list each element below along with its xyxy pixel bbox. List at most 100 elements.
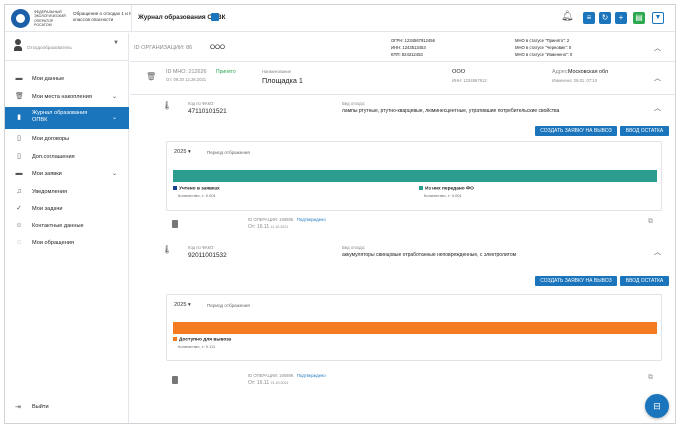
org-id: ID ОРГАНИЗАЦИИ: 86 [134, 45, 193, 51]
legend-accounted: Учтено в заявках [173, 186, 220, 191]
sidebar-item-tasks[interactable]: ✓ Мои задачи [5, 201, 129, 218]
user-selector[interactable]: Отходообразователь ▼ [5, 33, 129, 61]
waste-row[interactable]: 🌡︎ Код по ФККО: 92011001532 Вид отхода: … [130, 243, 675, 267]
divider [131, 5, 132, 32]
point-org-name: ООО [452, 69, 466, 75]
chevron-up-icon[interactable]: ︿ [654, 73, 661, 83]
create-request-button[interactable]: СОЗДАТЬ ЗАЯВКУ НА ВЫВОЗ [535, 276, 617, 286]
fkko-label: Код по ФККО: [188, 245, 215, 250]
sidebar-item-label: Журнал образования ОПВК [32, 110, 88, 123]
period-select[interactable]: Период отбражения [207, 150, 250, 155]
chevron-down-icon: ⌄ [112, 94, 118, 100]
list-view-button[interactable]: ≡ [583, 12, 595, 24]
operation-date-value: От: 16.11 [248, 224, 270, 230]
rosatom-logo[interactable] [11, 9, 30, 28]
year-select[interactable]: 2025 ▾ [174, 149, 191, 155]
sidebar-item-contacts[interactable]: ☺ Контактные данные [5, 218, 129, 235]
add-button[interactable]: + [615, 12, 627, 24]
organization-row[interactable]: ID ОРГАНИЗАЦИИ: 86 ООО ОГРН: 12345679124… [130, 33, 675, 62]
check-icon: ✓ [16, 205, 22, 212]
legend-quantity: Количество, т: 0.111 [178, 344, 216, 349]
main-content: ID ОРГАНИЗАЦИИ: 86 ООО ОГРН: 12345679124… [130, 33, 675, 423]
top-bar: ФЕДЕРАЛЬНЫЙ ЭКОЛОГИЧЕСКИЙ ОПЕРАТОР РОСАТ… [5, 5, 675, 32]
period-select[interactable]: Период отбражения [207, 303, 250, 308]
operation-id: ID ОПЕРАЦИИ: 190889. [248, 373, 295, 378]
mno-changed-count: МНО в статусе "Изменено": 0 [515, 52, 573, 57]
enter-balance-button[interactable]: ВВОД ОСТАТКА [620, 126, 669, 136]
sidebar-item-label: Доп.соглашения [32, 154, 75, 160]
operation-status: Подтверждено [297, 373, 326, 378]
info-icon[interactable] [211, 13, 219, 21]
sidebar-item-appeals[interactable]: ◌ Мои обращения [5, 235, 129, 252]
external-link-icon[interactable]: ⧉ [648, 218, 653, 226]
operation-date-small: 21.10.2021 [270, 381, 289, 385]
operation-row[interactable]: ID ОПЕРАЦИИ: 190889. Подтверждено От: 16… [166, 371, 662, 391]
mno-draft-count: МНО в статусе "Черновик": 0 [515, 45, 572, 50]
year-select[interactable]: 2025 ▾ [174, 302, 191, 308]
bell-icon: ♫ [16, 188, 22, 195]
chat-icon: ◌ [16, 239, 22, 246]
operation-date-small: 11.10.2021 [270, 225, 289, 229]
name-label: Наименование [262, 69, 292, 74]
org-name: ООО [210, 44, 225, 51]
sidebar-item-label: Мои данные [32, 76, 65, 82]
point-name: Площадка 1 [262, 76, 303, 85]
period-card: 2025 ▾ Период отбражения Учтено в заявка… [166, 141, 662, 211]
bell-icon[interactable]: 🔔︎ [561, 12, 574, 22]
chevron-up-icon[interactable]: ︿ [654, 43, 661, 53]
chat-button[interactable]: ⊟ [645, 394, 669, 418]
enter-balance-button[interactable]: ВВОД ОСТАТКА [620, 276, 669, 286]
sidebar-item-storage-places[interactable]: 🗑︎ Мои места накопления ⌄ [5, 89, 129, 106]
sidebar-item-label: Контактные данные [32, 223, 84, 229]
org-kpp: КПП: 824312453 [391, 52, 423, 57]
legend-transferred: Из них передано ФО [419, 186, 474, 191]
legend-quantity: Количество, т: 0.001 [424, 193, 462, 198]
operation-date: От: 16.11 21.10.2021 [248, 380, 289, 386]
trash-icon[interactable]: 🗑︎ [146, 72, 156, 81]
chevron-down-icon: ⌄ [112, 115, 118, 121]
legend-label: Доступно для вывоза [179, 337, 232, 343]
avatar [14, 39, 22, 52]
point-id: ID МНО: 212626 [166, 69, 207, 75]
operation-date-value: От: 16.11 [248, 380, 270, 386]
export-excel-button[interactable]: ▤ [633, 12, 645, 24]
trash-icon: 🗑︎ [15, 93, 24, 100]
fkko-label: Код по ФККО: [188, 101, 215, 106]
app-window: ФЕДЕРАЛЬНЫЙ ЭКОЛОГИЧЕСКИЙ ОПЕРАТОР РОСАТ… [4, 4, 676, 424]
sidebar-item-requests[interactable]: ▬ Мои заявки ⌄ [5, 166, 129, 183]
external-link-icon[interactable]: ⧉ [648, 374, 653, 382]
sidebar-item-label: Мои места накопления [32, 94, 92, 100]
legend-swatch [419, 186, 423, 190]
storage-point-row[interactable]: 🗑︎ ID МНО: 212626 Принято От: 09.20 12.2… [130, 63, 675, 95]
sidebar-item-journal[interactable]: ▮ Журнал образования ОПВК ⌄ [5, 107, 129, 129]
chevron-up-icon[interactable]: ︿ [654, 247, 661, 257]
logout-button[interactable]: ⇥ Выйти [5, 399, 129, 416]
sidebar-item-notifications[interactable]: ♫ Уведомления [5, 184, 129, 201]
sidebar-item-label: Мои договоры [32, 136, 70, 142]
legend-swatch [173, 186, 177, 190]
sidebar-item-agreements[interactable]: ▯ Доп.соглашения [5, 149, 129, 166]
filter-button[interactable]: ▼ [652, 12, 664, 24]
waste-class-notice: Обращение о отходах 1 и II классов опасн… [73, 11, 132, 22]
waste-row[interactable]: 🌡︎ Код по ФККО: 47110101521 Вид отхода: … [130, 99, 675, 123]
progress-bar [173, 322, 657, 334]
sidebar: Отходообразователь ▼ ▬ Мои данные 🗑︎ Мои… [5, 33, 129, 423]
sidebar-item-label: Уведомления [32, 189, 67, 195]
refresh-button[interactable]: ↻ [599, 12, 611, 24]
operation-row[interactable]: ID ОПЕРАЦИИ: 190888. Подтверждено От: 16… [166, 215, 662, 235]
thermometer-icon: 🌡︎ [162, 245, 173, 254]
fkko-code: 47110101521 [188, 108, 227, 115]
document-icon: ▯ [17, 153, 21, 160]
create-request-button[interactable]: СОЗДАТЬ ЗАЯВКУ НА ВЫВОЗ [535, 126, 617, 136]
org-inn: ИНН: 1243513453 [391, 45, 426, 50]
sidebar-item-contracts[interactable]: ▯ Мои договоры [5, 131, 129, 148]
chevron-down-icon[interactable]: ▼ [113, 40, 119, 46]
chevron-up-icon[interactable]: ︿ [654, 103, 661, 113]
sidebar-item-my-data[interactable]: ▬ Мои данные [5, 71, 129, 88]
thermometer-icon: 🌡︎ [162, 101, 173, 110]
point-date: От: 09.20 12.28.2021 [166, 77, 207, 82]
logo-text: ФЕДЕРАЛЬНЫЙ ЭКОЛОГИЧЕСКИЙ ОПЕРАТОР РОСАТ… [34, 10, 66, 28]
sidebar-item-label: Мои задачи [32, 206, 63, 212]
org-ogrn: ОГРН: 1234567912456 [391, 38, 435, 43]
sidebar-item-label: Мои заявки [32, 171, 62, 177]
